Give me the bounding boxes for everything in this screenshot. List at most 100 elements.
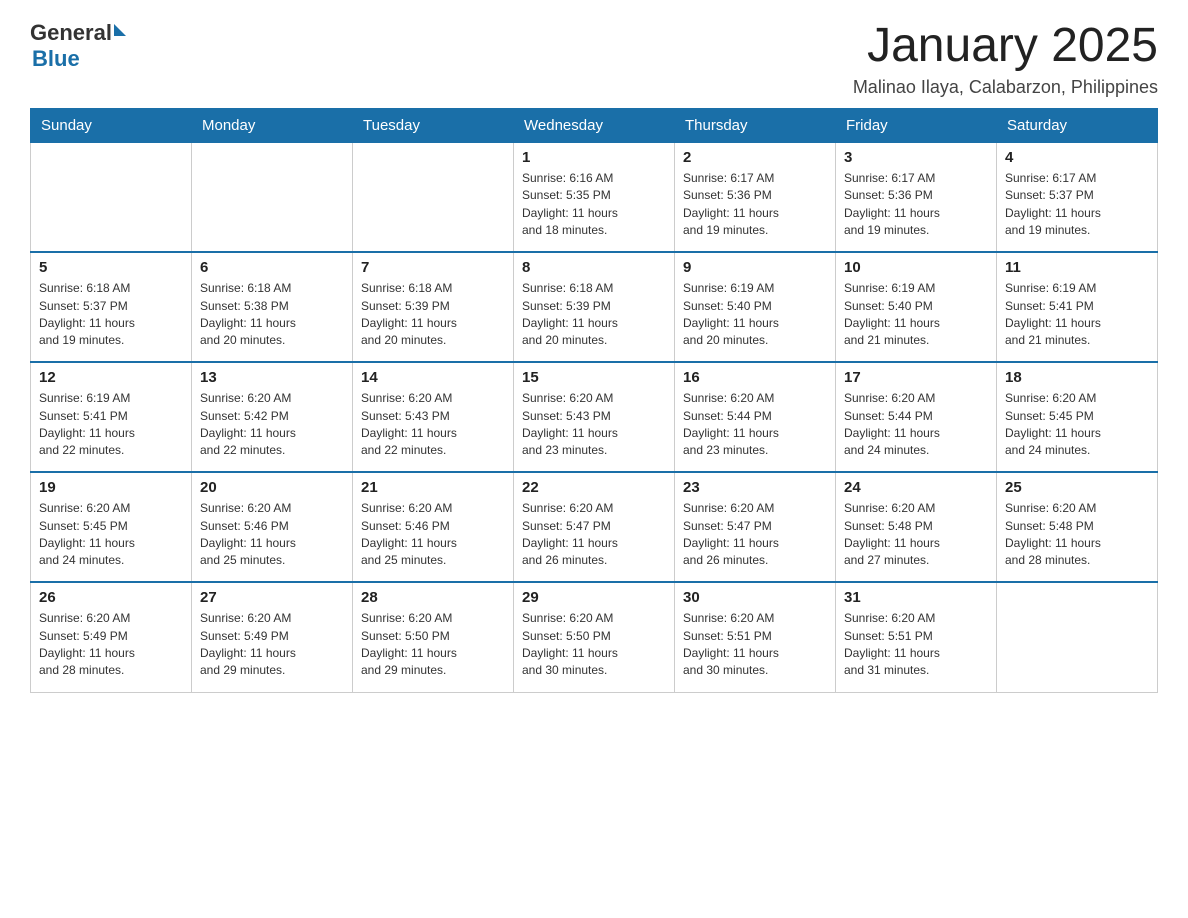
calendar-cell: 28 Sunrise: 6:20 AMSunset: 5:50 PMDayligh… xyxy=(353,582,514,692)
day-info: Sunrise: 6:17 AMSunset: 5:36 PMDaylight:… xyxy=(844,170,988,240)
day-info: Sunrise: 6:20 AMSunset: 5:47 PMDaylight:… xyxy=(522,500,666,570)
day-info: Sunrise: 6:18 AMSunset: 5:37 PMDaylight:… xyxy=(39,280,183,350)
calendar-cell: 6 Sunrise: 6:18 AMSunset: 5:38 PMDaylight… xyxy=(192,252,353,362)
calendar-cell: 9Sunrise: 6:19 AMSunset: 5:40 PMDaylight… xyxy=(675,252,836,362)
day-info: Sunrise: 6:18 AMSunset: 5:39 PMDaylight:… xyxy=(522,280,666,350)
day-number: 16 xyxy=(683,369,827,386)
day-number: 2 xyxy=(683,149,827,166)
page-header: General Blue January 2025 Malinao Ilaya,… xyxy=(30,20,1158,98)
calendar-cell: 24 Sunrise: 6:20 AMSunset: 5:48 PMDayligh… xyxy=(836,472,997,582)
day-info: Sunrise: 6:20 AMSunset: 5:45 PMDaylight:… xyxy=(1005,390,1149,460)
logo-triangle-icon xyxy=(114,24,126,36)
calendar-cell: 7 Sunrise: 6:18 AMSunset: 5:39 PMDaylight… xyxy=(353,252,514,362)
day-info: Sunrise: 6:20 AMSunset: 5:48 PMDaylight:… xyxy=(1005,500,1149,570)
day-number: 11 xyxy=(1005,259,1149,276)
day-info: Sunrise: 6:20 AMSunset: 5:51 PMDaylight:… xyxy=(683,610,827,680)
day-info: Sunrise: 6:18 AMSunset: 5:38 PMDaylight:… xyxy=(200,280,344,350)
calendar-cell: 4Sunrise: 6:17 AMSunset: 5:37 PMDaylight… xyxy=(997,142,1158,252)
calendar-cell: 27Sunrise: 6:20 AMSunset: 5:49 PMDayligh… xyxy=(192,582,353,692)
logo-general-text: General xyxy=(30,20,112,46)
calendar-table: SundayMondayTuesdayWednesdayThursdayFrid… xyxy=(30,108,1158,693)
logo: General Blue xyxy=(30,20,126,72)
month-title: January 2025 xyxy=(853,20,1158,73)
calendar-cell: 30 Sunrise: 6:20 AMSunset: 5:51 PMDayligh… xyxy=(675,582,836,692)
day-number: 27 xyxy=(200,589,344,606)
day-info: Sunrise: 6:18 AMSunset: 5:39 PMDaylight:… xyxy=(361,280,505,350)
day-number: 8 xyxy=(522,259,666,276)
day-number: 25 xyxy=(1005,479,1149,496)
calendar-week-row: 26 Sunrise: 6:20 AMSunset: 5:49 PMDayligh… xyxy=(31,582,1158,692)
calendar-week-row: 1 Sunrise: 6:16 AMSunset: 5:35 PMDaylight… xyxy=(31,142,1158,252)
calendar-week-row: 12Sunrise: 6:19 AMSunset: 5:41 PMDayligh… xyxy=(31,362,1158,472)
day-info: Sunrise: 6:20 AMSunset: 5:51 PMDaylight:… xyxy=(844,610,988,680)
day-info: Sunrise: 6:20 AMSunset: 5:45 PMDaylight:… xyxy=(39,500,183,570)
day-info: Sunrise: 6:19 AMSunset: 5:40 PMDaylight:… xyxy=(683,280,827,350)
day-number: 31 xyxy=(844,589,988,606)
calendar-cell xyxy=(353,142,514,252)
calendar-header-wednesday: Wednesday xyxy=(514,108,675,142)
calendar-cell: 21 Sunrise: 6:20 AMSunset: 5:46 PMDayligh… xyxy=(353,472,514,582)
day-info: Sunrise: 6:20 AMSunset: 5:46 PMDaylight:… xyxy=(361,500,505,570)
day-number: 30 xyxy=(683,589,827,606)
day-number: 3 xyxy=(844,149,988,166)
calendar-cell: 23 Sunrise: 6:20 AMSunset: 5:47 PMDayligh… xyxy=(675,472,836,582)
day-info: Sunrise: 6:20 AMSunset: 5:44 PMDaylight:… xyxy=(683,390,827,460)
day-number: 24 xyxy=(844,479,988,496)
calendar-cell: 5Sunrise: 6:18 AMSunset: 5:37 PMDaylight… xyxy=(31,252,192,362)
calendar-cell: 29Sunrise: 6:20 AMSunset: 5:50 PMDayligh… xyxy=(514,582,675,692)
calendar-cell: 22 Sunrise: 6:20 AMSunset: 5:47 PMDayligh… xyxy=(514,472,675,582)
day-number: 26 xyxy=(39,589,183,606)
calendar-header-tuesday: Tuesday xyxy=(353,108,514,142)
day-number: 17 xyxy=(844,369,988,386)
calendar-header-thursday: Thursday xyxy=(675,108,836,142)
calendar-cell: 19 Sunrise: 6:20 AMSunset: 5:45 PMDayligh… xyxy=(31,472,192,582)
calendar-cell: 25 Sunrise: 6:20 AMSunset: 5:48 PMDayligh… xyxy=(997,472,1158,582)
calendar-week-row: 19 Sunrise: 6:20 AMSunset: 5:45 PMDayligh… xyxy=(31,472,1158,582)
day-info: Sunrise: 6:19 AMSunset: 5:41 PMDaylight:… xyxy=(1005,280,1149,350)
day-info: Sunrise: 6:20 AMSunset: 5:49 PMDaylight:… xyxy=(39,610,183,680)
day-number: 1 xyxy=(522,149,666,166)
calendar-cell: 18 Sunrise: 6:20 AMSunset: 5:45 PMDayligh… xyxy=(997,362,1158,472)
day-info: Sunrise: 6:19 AMSunset: 5:40 PMDaylight:… xyxy=(844,280,988,350)
calendar-week-row: 5Sunrise: 6:18 AMSunset: 5:37 PMDaylight… xyxy=(31,252,1158,362)
day-number: 28 xyxy=(361,589,505,606)
day-number: 7 xyxy=(361,259,505,276)
day-info: Sunrise: 6:20 AMSunset: 5:43 PMDaylight:… xyxy=(361,390,505,460)
day-number: 29 xyxy=(522,589,666,606)
day-number: 21 xyxy=(361,479,505,496)
day-number: 10 xyxy=(844,259,988,276)
day-info: Sunrise: 6:20 AMSunset: 5:50 PMDaylight:… xyxy=(361,610,505,680)
day-number: 18 xyxy=(1005,369,1149,386)
calendar-cell: 16 Sunrise: 6:20 AMSunset: 5:44 PMDayligh… xyxy=(675,362,836,472)
day-info: Sunrise: 6:17 AMSunset: 5:37 PMDaylight:… xyxy=(1005,170,1149,240)
day-number: 23 xyxy=(683,479,827,496)
calendar-cell: 13 Sunrise: 6:20 AMSunset: 5:42 PMDayligh… xyxy=(192,362,353,472)
calendar-cell: 2 Sunrise: 6:17 AMSunset: 5:36 PMDaylight… xyxy=(675,142,836,252)
calendar-cell: 26 Sunrise: 6:20 AMSunset: 5:49 PMDayligh… xyxy=(31,582,192,692)
day-info: Sunrise: 6:20 AMSunset: 5:47 PMDaylight:… xyxy=(683,500,827,570)
day-number: 19 xyxy=(39,479,183,496)
day-number: 13 xyxy=(200,369,344,386)
day-number: 22 xyxy=(522,479,666,496)
calendar-header-friday: Friday xyxy=(836,108,997,142)
calendar-cell: 1 Sunrise: 6:16 AMSunset: 5:35 PMDaylight… xyxy=(514,142,675,252)
calendar-cell: 11 Sunrise: 6:19 AMSunset: 5:41 PMDayligh… xyxy=(997,252,1158,362)
day-number: 12 xyxy=(39,369,183,386)
day-info: Sunrise: 6:20 AMSunset: 5:44 PMDaylight:… xyxy=(844,390,988,460)
calendar-cell: 3 Sunrise: 6:17 AMSunset: 5:36 PMDaylight… xyxy=(836,142,997,252)
calendar-cell xyxy=(31,142,192,252)
day-info: Sunrise: 6:17 AMSunset: 5:36 PMDaylight:… xyxy=(683,170,827,240)
day-info: Sunrise: 6:20 AMSunset: 5:42 PMDaylight:… xyxy=(200,390,344,460)
day-info: Sunrise: 6:16 AMSunset: 5:35 PMDaylight:… xyxy=(522,170,666,240)
title-section: January 2025 Malinao Ilaya, Calabarzon, … xyxy=(853,20,1158,98)
calendar-cell: 8 Sunrise: 6:18 AMSunset: 5:39 PMDaylight… xyxy=(514,252,675,362)
calendar-cell: 14Sunrise: 6:20 AMSunset: 5:43 PMDayligh… xyxy=(353,362,514,472)
calendar-cell: 31 Sunrise: 6:20 AMSunset: 5:51 PMDayligh… xyxy=(836,582,997,692)
calendar-cell: 15Sunrise: 6:20 AMSunset: 5:43 PMDayligh… xyxy=(514,362,675,472)
day-info: Sunrise: 6:20 AMSunset: 5:43 PMDaylight:… xyxy=(522,390,666,460)
day-number: 6 xyxy=(200,259,344,276)
calendar-cell: 10 Sunrise: 6:19 AMSunset: 5:40 PMDayligh… xyxy=(836,252,997,362)
day-number: 20 xyxy=(200,479,344,496)
day-info: Sunrise: 6:20 AMSunset: 5:48 PMDaylight:… xyxy=(844,500,988,570)
location-title: Malinao Ilaya, Calabarzon, Philippines xyxy=(853,77,1158,98)
